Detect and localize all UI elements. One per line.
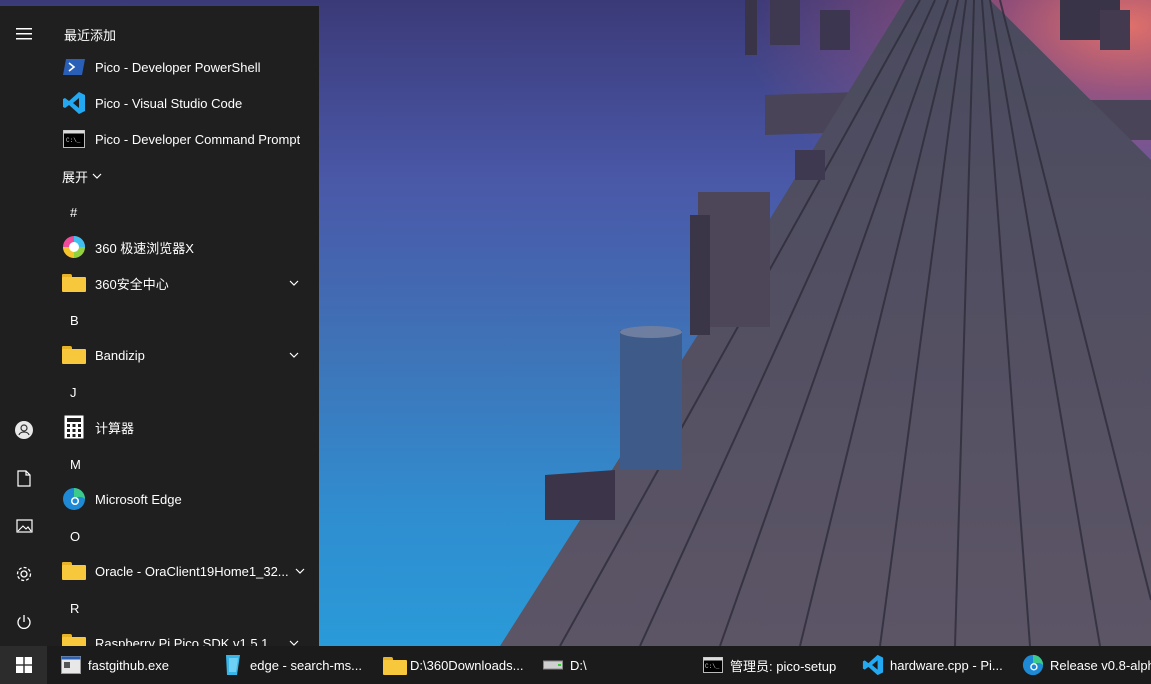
360-browser-icon [62,235,86,259]
taskbar-item-vscode[interactable]: hardware.cpp - Pi... [862,646,1012,684]
taskbar-item-label: fastgithub.exe [88,657,169,673]
folder-icon [382,654,407,676]
taskbar-item-label: Release v0.8-alph [1050,657,1151,673]
svg-text:C:\_: C:\_ [66,137,81,144]
edge-icon [1022,654,1044,676]
app-item-edge[interactable]: Microsoft Edge [48,481,319,517]
app-item-label: 360安全中心 [95,276,169,292]
taskbar-item-label: edge - search-ms... [250,657,362,673]
folder-icon [62,631,86,646]
vscode-icon [62,91,86,115]
app-folder-bandizip[interactable]: Bandizip [48,337,319,373]
app-item-label: Pico - Visual Studio Code [95,95,243,111]
settings-button[interactable] [0,554,48,594]
app-item-label: 360 极速浏览器X [95,240,194,256]
document-icon [17,469,31,487]
power-button[interactable] [0,602,48,642]
expand-button[interactable]: 展开 [62,167,102,186]
group-letter-j[interactable]: J [70,385,77,400]
taskbar-item-edge-release[interactable]: Release v0.8-alph [1022,646,1151,684]
app-item-360-browser[interactable]: 360 极速浏览器X [48,229,319,265]
group-letter-m[interactable]: M [70,457,81,472]
cmd-icon: C:\_ [62,127,86,151]
recent-header: 最近添加 [64,28,117,43]
power-icon [17,615,31,629]
calculator-icon [62,415,86,439]
edge-canary-icon [222,654,244,676]
app-folder-oracle[interactable]: Oracle - OraClient19Home1_32... [48,553,319,589]
user-icon [15,421,33,439]
settings-icon [16,566,32,582]
app-item-label: Oracle - OraClient19Home1_32... [95,563,289,579]
chevron-down-icon[interactable] [287,348,301,362]
app-item-label: Pico - Developer Command Prompt [95,131,301,147]
chevron-down-icon[interactable] [287,636,301,646]
app-item-label: Pico - Developer PowerShell [95,59,261,75]
taskbar-item-label: hardware.cpp - Pi... [890,657,1003,673]
svg-text:C:\_: C:\_ [705,663,720,670]
taskbar-item-pico-setup[interactable]: C:\_ 管理员: pico-setup [702,646,852,684]
app-folder-raspberry-pi[interactable]: Raspberry Pi Pico SDK v1.5.1 [48,625,319,646]
app-folder-360-security[interactable]: 360安全中心 [48,265,319,301]
pictures-icon [15,519,33,533]
group-letter-hash[interactable]: # [70,205,77,220]
app-item-calculator[interactable]: 计算器 [48,409,319,445]
taskbar-item-explorer-downloads[interactable]: D:\360Downloads... [382,646,532,684]
folder-icon [62,343,86,367]
folder-icon [62,559,86,583]
app-item-label: Bandizip [95,347,145,363]
vscode-icon [862,654,884,676]
expand-label: 展开 [62,170,89,185]
chevron-down-icon[interactable] [293,564,307,578]
app-item-label: Raspberry Pi Pico SDK v1.5.1 [95,635,269,647]
folder-icon [62,271,86,295]
taskbar-item-label: D:\ [570,657,587,673]
windows-logo-icon [15,657,32,673]
group-letter-o[interactable]: O [70,529,80,544]
hamburger-button[interactable] [0,14,48,54]
group-letter-r[interactable]: R [70,601,79,616]
start-rail [0,6,48,646]
taskbar-item-fastgithub[interactable]: fastgithub.exe [60,646,210,684]
app-item-label: Microsoft Edge [95,491,182,507]
app-item-pico-vscode[interactable]: Pico - Visual Studio Code [48,85,319,121]
group-letter-b[interactable]: B [70,313,79,328]
pictures-button[interactable] [0,506,48,546]
app-item-pico-powershell[interactable]: Pico - Developer PowerShell [48,49,319,85]
taskbar-item-label: 管理员: pico-setup [730,658,837,674]
chevron-down-icon[interactable] [287,276,301,290]
app-window-icon [60,654,82,676]
taskbar-item-explorer-d[interactable]: D:\ [542,646,682,684]
taskbar: fastgithub.exe edge - search-ms... D:\36… [0,646,1151,684]
powershell-icon [62,55,86,79]
start-button[interactable] [0,646,47,684]
chevron-down-icon [92,173,102,179]
taskbar-item-edge-search[interactable]: edge - search-ms... [222,646,372,684]
hamburger-icon [16,28,32,40]
edge-icon [62,487,86,511]
start-menu: 最近添加 Pico - Developer PowerShell Pico - … [0,6,319,646]
app-item-pico-cmd[interactable]: C:\_ Pico - Developer Command Prompt [48,121,319,157]
cmd-icon: C:\_ [702,654,724,676]
user-account-button[interactable] [0,410,48,450]
documents-button[interactable] [0,458,48,498]
app-item-label: 计算器 [95,420,135,436]
drive-icon [542,654,564,676]
taskbar-item-label: D:\360Downloads... [410,657,524,673]
